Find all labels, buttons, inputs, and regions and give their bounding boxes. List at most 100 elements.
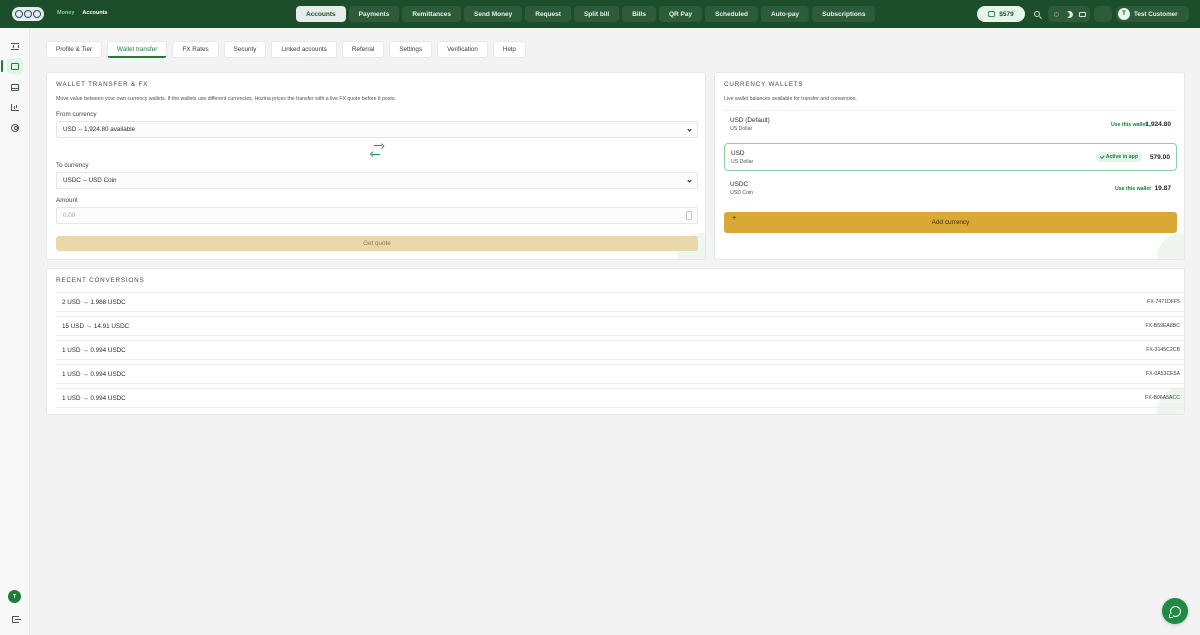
nav-subscriptions[interactable]: Subscriptions bbox=[812, 6, 876, 22]
to-currency-value: USDC -- USD Coin bbox=[63, 177, 117, 184]
tab-profile-tier[interactable]: Profile & Tier bbox=[46, 41, 103, 58]
nav-remittances[interactable]: Remittances bbox=[402, 6, 461, 22]
theme-switcher bbox=[1048, 6, 1090, 22]
nav-split-bill[interactable]: Split bill bbox=[573, 6, 620, 22]
swap-currencies-button[interactable] bbox=[372, 145, 384, 155]
add-currency-button[interactable]: + Add currency bbox=[724, 212, 1177, 233]
wallet-name: US Dollar bbox=[731, 159, 754, 165]
main-nav: Accounts Payments Remittances Send Money… bbox=[296, 6, 876, 22]
search-icon bbox=[1034, 11, 1040, 17]
nav-qr-pay[interactable]: QR Pay bbox=[658, 6, 703, 22]
currency-wallets-title: CURRENCY WALLETS bbox=[724, 81, 804, 88]
currency-wallets-description: Live wallet balances available for trans… bbox=[724, 96, 857, 102]
logout-button[interactable] bbox=[8, 612, 22, 626]
conversion-row[interactable]: 1 USD → 0.994 USDC FX-B06A5ACC bbox=[56, 388, 1184, 408]
sidebar-item-profile[interactable] bbox=[7, 120, 23, 136]
brand-logo[interactable] bbox=[12, 7, 44, 21]
notifications-button[interactable] bbox=[1094, 6, 1112, 22]
amount-label: Amount bbox=[56, 197, 78, 204]
wallet-code: USDC bbox=[730, 181, 749, 188]
tab-referral[interactable]: Referral bbox=[341, 41, 385, 58]
nav-payments[interactable]: Payments bbox=[348, 6, 400, 22]
account-subtabs: Profile & Tier Wallet transfer FX Rates … bbox=[46, 41, 526, 58]
nav-send-money[interactable]: Send Money bbox=[464, 6, 523, 22]
chat-bubble-icon bbox=[1168, 605, 1181, 618]
swap-arrow-right-icon bbox=[374, 145, 382, 147]
amount-input[interactable]: 0.00 bbox=[56, 207, 698, 224]
wallet-transfer-description: Move value between your own currency wal… bbox=[56, 96, 396, 102]
tab-wallet-transfer[interactable]: Wallet transfer bbox=[107, 41, 168, 58]
sidebar-item-inbox[interactable] bbox=[7, 79, 23, 95]
to-currency-label: To currency bbox=[56, 162, 89, 169]
nav-auto-pay[interactable]: Auto-pay bbox=[760, 6, 810, 22]
wallet-icon bbox=[988, 11, 996, 17]
from-currency-select[interactable]: USD -- 1,924.80 available bbox=[56, 121, 698, 138]
conversion-row[interactable]: 2 USD → 1.988 USDC FX-7471DFF5 bbox=[56, 292, 1184, 312]
conversion-id: FX-0A53CE5A bbox=[1145, 371, 1180, 377]
get-quote-button[interactable]: Get quote bbox=[56, 236, 698, 251]
bank-icon bbox=[11, 42, 19, 50]
theme-light-button[interactable] bbox=[1051, 9, 1061, 19]
sidebar: T bbox=[0, 28, 30, 635]
decorative-circle bbox=[1157, 233, 1184, 259]
balance-pill[interactable]: $579 bbox=[977, 6, 1025, 22]
use-wallet-button[interactable]: Use this wallet bbox=[1115, 186, 1151, 192]
sidebar-item-analytics[interactable] bbox=[7, 99, 23, 115]
chart-icon bbox=[11, 103, 19, 111]
chevron-down-icon bbox=[687, 127, 692, 132]
conversion-summary: 1 USD → 0.994 USDC bbox=[62, 395, 126, 402]
plus-icon: + bbox=[732, 215, 737, 222]
to-currency-select[interactable]: USDC -- USD Coin bbox=[56, 172, 698, 189]
conversion-summary: 2 USD → 1.988 USDC bbox=[62, 299, 126, 306]
conversion-summary: 1 USD → 0.994 USDC bbox=[62, 371, 126, 378]
tab-settings[interactable]: Settings bbox=[389, 41, 433, 58]
conversion-summary: 1 USD → 0.994 USDC bbox=[62, 347, 126, 354]
from-currency-label: From currency bbox=[56, 111, 97, 118]
wallet-row-usd-active: USD US Dollar Active in app 579.00 bbox=[724, 143, 1177, 171]
sidebar-avatar[interactable]: T bbox=[8, 590, 21, 603]
nav-bills[interactable]: Bills bbox=[622, 6, 656, 22]
nav-request[interactable]: Request bbox=[525, 6, 571, 22]
sun-icon bbox=[1053, 11, 1059, 17]
tab-fx-rates[interactable]: FX Rates bbox=[172, 41, 219, 58]
amount-stepper[interactable] bbox=[686, 211, 692, 220]
wallet-icon bbox=[11, 62, 19, 70]
breadcrumb: Money Accounts bbox=[57, 10, 107, 16]
wallet-name: US Dollar bbox=[730, 126, 753, 132]
conversion-row[interactable]: 1 USD → 0.994 USDC FX-3145C2CB bbox=[56, 340, 1184, 360]
use-wallet-button[interactable]: Use this wallet bbox=[1111, 122, 1147, 128]
recent-conversions-title: RECENT CONVERSIONS bbox=[56, 277, 145, 284]
breadcrumb-money[interactable]: Money bbox=[57, 10, 74, 16]
tab-linked-accounts[interactable]: Linked accounts bbox=[271, 41, 337, 58]
support-chat-button[interactable] bbox=[1162, 598, 1188, 624]
user-circle-icon bbox=[11, 124, 19, 132]
user-menu[interactable]: T Test Customer bbox=[1116, 6, 1189, 22]
nav-accounts[interactable]: Accounts bbox=[296, 6, 346, 22]
theme-system-button[interactable] bbox=[1077, 9, 1087, 19]
wallet-amount: 1,924.80 bbox=[1145, 121, 1171, 128]
active-badge-label: Active in app bbox=[1105, 154, 1138, 160]
wallet-transfer-card: WALLET TRANSFER & FX Move value between … bbox=[46, 72, 706, 260]
avatar: T bbox=[1118, 8, 1130, 20]
check-icon bbox=[1099, 154, 1105, 159]
tab-help[interactable]: Help bbox=[492, 41, 526, 58]
recent-conversions-card: RECENT CONVERSIONS 2 USD → 1.988 USDC FX… bbox=[46, 268, 1185, 415]
from-currency-value: USD -- 1,924.80 available bbox=[63, 126, 136, 133]
inbox-icon bbox=[11, 83, 19, 91]
conversion-id: FX-B59EA8BC bbox=[1145, 323, 1180, 329]
conversion-row[interactable]: 15 USD → 14.91 USDC FX-B59EA8BC bbox=[56, 316, 1184, 336]
sidebar-item-banking[interactable] bbox=[7, 38, 23, 54]
conversion-row[interactable]: 1 USD → 0.994 USDC FX-0A53CE5A bbox=[56, 364, 1184, 384]
breadcrumb-accounts: Accounts bbox=[82, 10, 108, 16]
theme-dark-button[interactable] bbox=[1064, 9, 1074, 19]
active-in-app-badge: Active in app bbox=[1095, 152, 1142, 162]
sidebar-item-wallets[interactable] bbox=[1, 58, 23, 74]
amount-placeholder: 0.00 bbox=[63, 212, 76, 219]
wallet-amount: 579.00 bbox=[1149, 154, 1170, 161]
tab-verification[interactable]: Verification bbox=[437, 41, 488, 58]
wallet-row-usdc: USDC USD Coin Use this wallet 19.87 bbox=[724, 175, 1177, 203]
search-button[interactable] bbox=[1031, 8, 1043, 20]
nav-scheduled[interactable]: Scheduled bbox=[705, 6, 758, 22]
tab-security[interactable]: Security bbox=[223, 41, 267, 58]
wallet-code: USD (Default) bbox=[730, 117, 770, 124]
